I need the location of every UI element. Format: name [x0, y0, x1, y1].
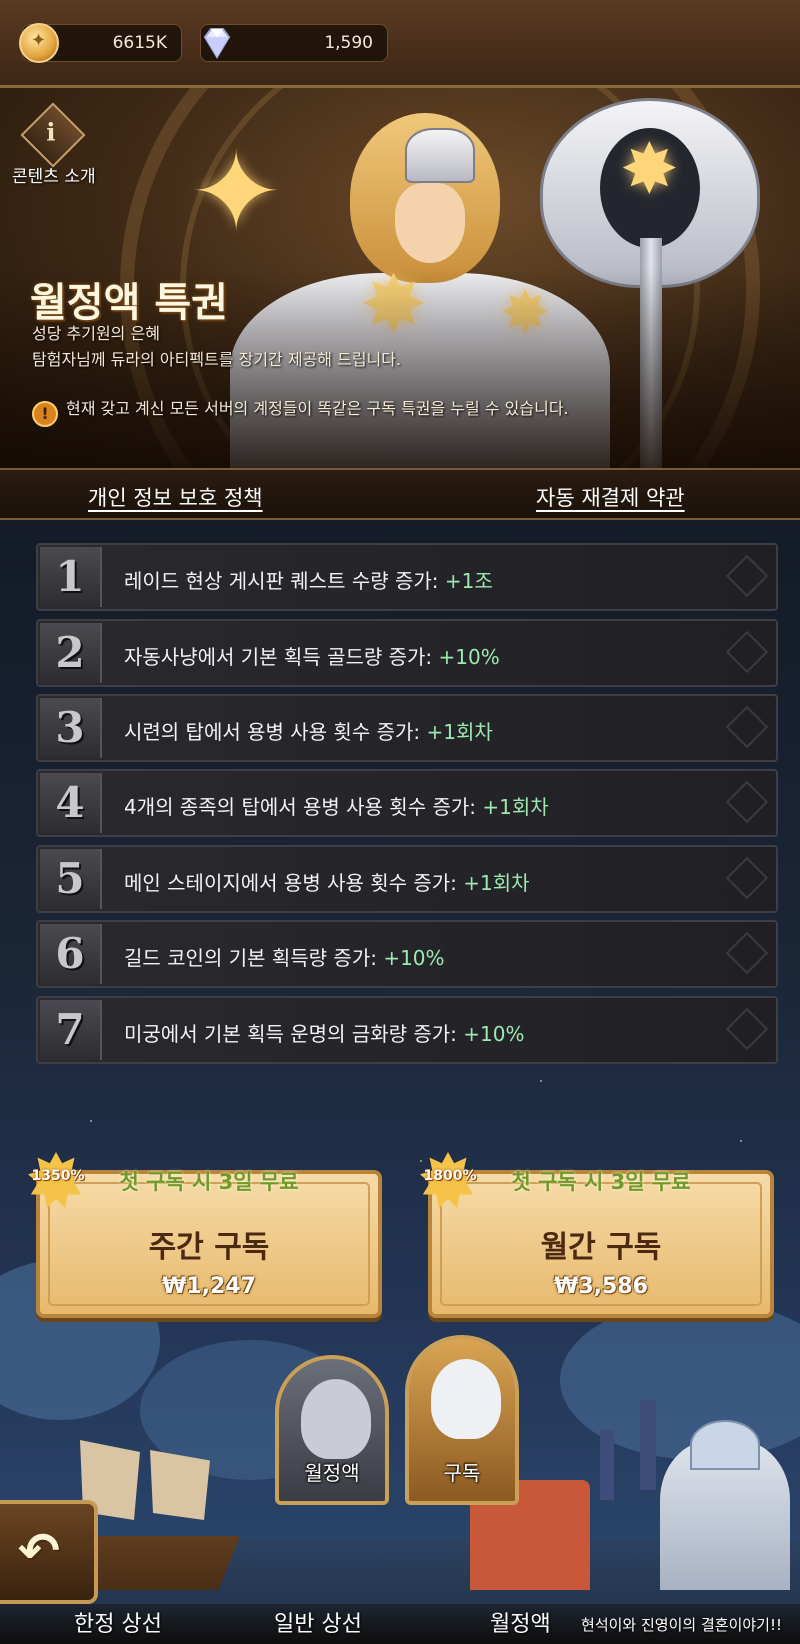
diamond-icon: [203, 28, 231, 59]
benefit-text: 자동사냥에서 기본 획득 골드량 증가:: [124, 645, 433, 669]
portrait-label: 구독: [443, 1461, 481, 1485]
benefit-text: 미궁에서 기본 획득 운명의 금화량 증가:: [124, 1022, 457, 1046]
ship-sail-art: [150, 1450, 210, 1520]
subscription-portrait[interactable]: 구독: [405, 1335, 519, 1505]
diamond-ornament-icon: [725, 856, 769, 900]
portrait-label: 월정액: [304, 1461, 360, 1485]
benefit-text: 레이드 현상 게시판 퀘스트 수량 증가:: [124, 569, 439, 593]
tab-limited-shop[interactable]: 한정 상선: [74, 1606, 162, 1638]
diamond-ornament-icon: [725, 705, 769, 749]
benefit-text: 4개의 종족의 탑에서 용병 사용 횟수 증가:: [124, 795, 477, 819]
dark-knight-figure: [301, 1379, 371, 1459]
gold-counter[interactable]: 6615K: [19, 23, 182, 63]
benefit-number: 2: [40, 623, 102, 683]
benefit-row-6: 6 길드 코인의 기본 획득량 증가: +10%: [36, 920, 778, 988]
gem-amount: 1,590: [324, 33, 373, 53]
plan-name: 월간 구독: [540, 1230, 662, 1265]
diamond-ornament-icon: [725, 780, 769, 824]
back-button[interactable]: ↶: [0, 1500, 98, 1604]
plan-price: ₩1,247: [162, 1274, 256, 1299]
tab-monthly[interactable]: 월정액: [490, 1606, 551, 1638]
benefit-bonus: +1회차: [482, 795, 549, 819]
back-arrow-icon: ↶: [18, 1522, 60, 1580]
policy-links-bar: 개인 정보 보호 정책 자동 재결제 약관: [0, 468, 800, 520]
knight-helmet-art: [405, 128, 475, 183]
benefit-row-5: 5 메인 스테이지에서 용병 사용 횟수 증가: +1회차: [36, 845, 778, 913]
benefit-bonus: +10%: [383, 946, 445, 970]
hero-subtitle: 성당 추기원의 은혜: [32, 324, 160, 343]
free-trial-promo: 첫 구독 시 3일 무료: [119, 1170, 299, 1194]
free-trial-promo: 첫 구독 시 3일 무료: [511, 1170, 691, 1194]
warning-icon: !: [32, 401, 58, 427]
benefit-number: 4: [40, 773, 102, 833]
content-intro-label[interactable]: 콘텐츠 소개: [12, 162, 96, 187]
benefit-row-2: 2 자동사냥에서 기본 획득 골드량 증가: +10%: [36, 619, 778, 687]
benefit-bonus: +10%: [463, 1022, 525, 1046]
benefit-number: 1: [40, 547, 102, 607]
sparkle-star-icon: ✸: [620, 128, 679, 210]
bottom-nav: 한정 상선 일반 상선 월정액 현석이와 진영이의 결혼이야기!!: [0, 1604, 800, 1644]
diamond-ornament-icon: [725, 554, 769, 598]
benefit-bonus: +1회차: [463, 871, 530, 895]
castle-tower-art: [600, 1430, 614, 1500]
castle-tower-art: [640, 1400, 656, 1490]
sparkle-star-icon: ✦: [190, 128, 283, 256]
benefit-row-7: 7 미궁에서 기본 획득 운명의 금화량 증가: +10%: [36, 996, 778, 1064]
diamond-ornament-icon: [725, 630, 769, 674]
plan-name: 주간 구독: [148, 1230, 270, 1265]
privacy-policy-link[interactable]: 개인 정보 보호 정책: [88, 482, 263, 512]
info-icon: i: [46, 117, 56, 147]
benefit-row-4: 4 4개의 종족의 탑에서 용병 사용 횟수 증가: +1회차: [36, 769, 778, 837]
diamond-ornament-icon: [725, 1007, 769, 1051]
benefit-row-3: 3 시련의 탑에서 용병 사용 횟수 증가: +1회차: [36, 694, 778, 762]
currency-bar: 6615K 1,590: [0, 0, 800, 88]
diamond-ornament-icon: [725, 931, 769, 975]
benefit-number: 6: [40, 924, 102, 984]
benefit-text: 시련의 탑에서 용병 사용 횟수 증가:: [124, 720, 421, 744]
gold-amount: 6615K: [112, 33, 167, 53]
benefit-text: 길드 코인의 기본 획득량 증가:: [124, 946, 377, 970]
hero-description: 탐험자님께 듀라의 아티펙트를 장기간 제공해 드립니다.: [32, 350, 402, 369]
gold-coin-icon: [19, 23, 59, 63]
gem-counter[interactable]: 1,590: [200, 24, 388, 62]
castle-dome-art: [690, 1420, 760, 1470]
benefit-number: 3: [40, 698, 102, 758]
benefit-text: 메인 스테이지에서 용병 사용 횟수 증가:: [124, 871, 457, 895]
hero-notice: 현재 갖고 계신 모든 서버의 계정들이 똑같은 구독 특권을 누릴 수 있습니…: [66, 399, 569, 418]
benefit-row-1: 1 레이드 현상 게시판 퀘스트 수량 증가: +1조: [36, 543, 778, 611]
knight-figure: [431, 1359, 501, 1439]
plan-price: ₩3,586: [554, 1274, 648, 1299]
auto-renew-terms-link[interactable]: 자동 재결제 약관: [536, 482, 685, 512]
monthly-pass-portrait[interactable]: 월정액: [275, 1355, 389, 1505]
tab-general-shop[interactable]: 일반 상선: [274, 1606, 362, 1638]
watermark-text: 현석이와 진영이의 결혼이야기!!: [581, 1616, 782, 1634]
knight-face-art: [395, 183, 465, 263]
benefit-number: 7: [40, 1000, 102, 1060]
benefit-bonus: +10%: [438, 645, 500, 669]
benefit-number: 5: [40, 849, 102, 909]
benefit-bonus: +1회차: [426, 720, 493, 744]
benefit-bonus: +1조: [444, 569, 493, 593]
weekly-subscription-button[interactable]: 1350% 첫 구독 시 3일 무료 주간 구독 ₩1,247: [28, 1152, 382, 1318]
monthly-subscription-button[interactable]: 1800% 첫 구독 시 3일 무료 월간 구독 ₩3,586: [420, 1152, 774, 1318]
